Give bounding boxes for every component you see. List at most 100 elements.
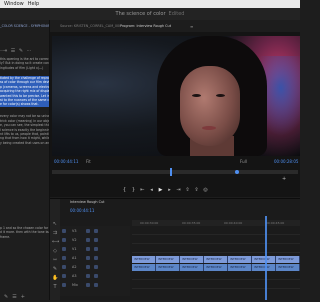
step-back-icon[interactable]: ◂ (147, 185, 156, 195)
play-icon[interactable]: ▶ (156, 185, 165, 195)
track-target-toggle[interactable] (62, 256, 66, 260)
ruler-tick-label: 00:00:30:00 (140, 221, 159, 225)
list-icon[interactable]: ☰ (12, 294, 16, 300)
track-lock-toggle[interactable] (86, 229, 90, 233)
monitor-playhead[interactable] (170, 168, 173, 176)
track-header[interactable]: Mix (60, 282, 130, 288)
transcript-text-top[interactable]: ... this opening is the art to correct f… (0, 48, 49, 74)
tab-program-monitor[interactable]: Program: Interview Rough Cut (120, 24, 190, 32)
transcript-line[interactable]: acquiring the right mix of displays in t… (0, 89, 49, 94)
type-icon[interactable]: T (52, 284, 58, 290)
timeline-clip[interactable]: INTERVIEW (204, 264, 228, 271)
playback-resolution-select[interactable]: Full (240, 159, 247, 164)
track-lock-toggle[interactable] (86, 256, 90, 260)
track-mute-toggle[interactable] (94, 256, 98, 260)
timeline-clip[interactable]: INTERVIEW (276, 256, 300, 263)
timeline-playhead[interactable] (265, 216, 267, 300)
add-icon[interactable]: + (21, 294, 25, 300)
button-editor-icon[interactable]: + (282, 176, 298, 186)
mark-out-icon[interactable]: } (129, 185, 138, 195)
playhead-timecode[interactable]: 00:00:44:11 (54, 159, 78, 164)
track-header[interactable]: V2 (60, 237, 130, 243)
track-lane-divider (132, 252, 300, 253)
timeline-clip[interactable]: INTERVIEW (252, 256, 276, 263)
slip-icon[interactable]: ⇿ (52, 257, 58, 263)
audio-clip-row[interactable]: INTERVIEW INTERVIEW INTERVIEW INTERVIEW INTE… (132, 264, 300, 271)
track-target-toggle[interactable] (62, 283, 66, 287)
timeline-clip[interactable]: INTERVIEW (204, 256, 228, 263)
track-visibility-toggle[interactable] (94, 229, 98, 233)
timeline-clip[interactable]: INTERVIEW (228, 256, 252, 263)
transcript-text-selected[interactable]: tiated by the challenge of reproducingss… (0, 76, 49, 107)
video-subject-eye (216, 94, 225, 97)
timeline-clip[interactable]: INTERVIEW (156, 256, 180, 263)
zoom-fit-select[interactable]: Fit (86, 159, 91, 164)
track-header[interactable]: A2 (60, 264, 130, 270)
transcript-text-end[interactable]: p 1 and so the chosen color for the imag… (0, 226, 49, 239)
export-frame-icon[interactable]: ◎ (201, 185, 210, 195)
timeline-clip[interactable]: INTERVIEW (156, 264, 180, 271)
step-forward-icon[interactable]: ▸ (165, 185, 174, 195)
menu-item[interactable]: Help (28, 1, 39, 7)
track-label: A2 (72, 265, 77, 269)
track-select-icon[interactable]: ⇉ (52, 230, 58, 236)
track-header[interactable]: A3 (60, 273, 130, 279)
menu-item[interactable]: Window (4, 1, 24, 7)
transcript-line[interactable]: ly? But in doing so it create consistenc… (0, 61, 49, 65)
track-mute-toggle[interactable] (94, 283, 98, 287)
track-header[interactable]: A1 (60, 255, 130, 261)
transcript-line[interactable]: ingitudes of film (Light x)—) (0, 66, 49, 70)
out-point-marker[interactable] (235, 170, 239, 174)
ripple-icon[interactable]: ⟷ (52, 239, 59, 245)
transcript-line[interactable]: frame. (0, 235, 49, 239)
track-target-toggle[interactable] (62, 238, 66, 242)
track-lock-toggle[interactable] (86, 274, 90, 278)
track-lock-toggle[interactable] (86, 265, 90, 269)
track-lock-toggle[interactable] (86, 238, 90, 242)
track-visibility-toggle[interactable] (94, 247, 98, 251)
video-clip-row[interactable]: INTERVIEW INTERVIEW INTERVIEW INTERVIEW INTE… (132, 256, 300, 263)
track-header[interactable]: V3 (60, 228, 130, 234)
track-header[interactable]: V1 (60, 246, 130, 252)
pen-icon[interactable]: ✎ (4, 294, 8, 300)
track-mute-toggle[interactable] (94, 265, 98, 269)
track-visibility-toggle[interactable] (94, 238, 98, 242)
edited-status: Edited (168, 11, 185, 17)
track-lock-toggle[interactable] (86, 283, 90, 287)
timeline-clip[interactable]: INTERVIEW (132, 256, 156, 263)
track-mute-toggle[interactable] (94, 274, 98, 278)
selection-icon[interactable]: ↖ (52, 221, 58, 227)
transcript-line[interactable]: e, you can see, the simplest thing in th… (0, 123, 49, 127)
pen-icon[interactable]: ✎ (52, 266, 58, 272)
extract-icon[interactable]: ⇪ (192, 185, 201, 195)
timeline-clip[interactable]: INTERVIEW (180, 264, 204, 271)
timeline-clip[interactable]: INTERVIEW (180, 256, 204, 263)
tab-source-monitor[interactable]: Source: KRISTEN_CORREL_CAM_0000 (60, 24, 120, 32)
razor-icon[interactable]: ◇ (52, 248, 58, 254)
transcript-text-bottom[interactable]: every color may not be so universal beyo… (0, 110, 49, 163)
transcript-line[interactable]: e for color(s) shows that. (0, 102, 49, 107)
transcript-line[interactable] (0, 158, 49, 162)
timeline-clip[interactable]: INTERVIEW (252, 264, 276, 271)
track-lock-toggle[interactable] (86, 247, 90, 251)
track-target-toggle[interactable] (62, 247, 66, 251)
track-target-toggle[interactable] (62, 229, 66, 233)
tab-sequence[interactable]: Interview Rough Cut (70, 200, 120, 207)
timeline-clip[interactable]: INTERVIEW (276, 264, 300, 271)
track-target-toggle[interactable] (62, 274, 66, 278)
scrub-bar[interactable] (52, 170, 298, 174)
lift-icon[interactable]: ⇧ (183, 185, 192, 195)
timeline-clip[interactable]: INTERVIEW (228, 264, 252, 271)
video-frame[interactable] (52, 36, 300, 156)
mark-in-icon[interactable]: { (120, 185, 129, 195)
timeline-clip[interactable]: INTERVIEW (132, 264, 156, 271)
track-target-toggle[interactable] (62, 265, 66, 269)
transcript-line[interactable] (0, 70, 49, 74)
go-to-out-icon[interactable]: ⇥ (174, 185, 183, 195)
panel-menu-icon[interactable]: ≡ (190, 24, 196, 32)
go-to-in-icon[interactable]: ⇤ (138, 185, 147, 195)
timeline-timecode[interactable]: 00:00:44:11 (70, 208, 110, 215)
hand-icon[interactable]: ✋ (52, 275, 58, 281)
transport-controls: {} ⇤ ◂ ▶ ▸ ⇥ ⇧ ⇪ ◎ (120, 176, 230, 193)
transcript-line[interactable]: y being created that uses on and so stic… (0, 141, 49, 145)
